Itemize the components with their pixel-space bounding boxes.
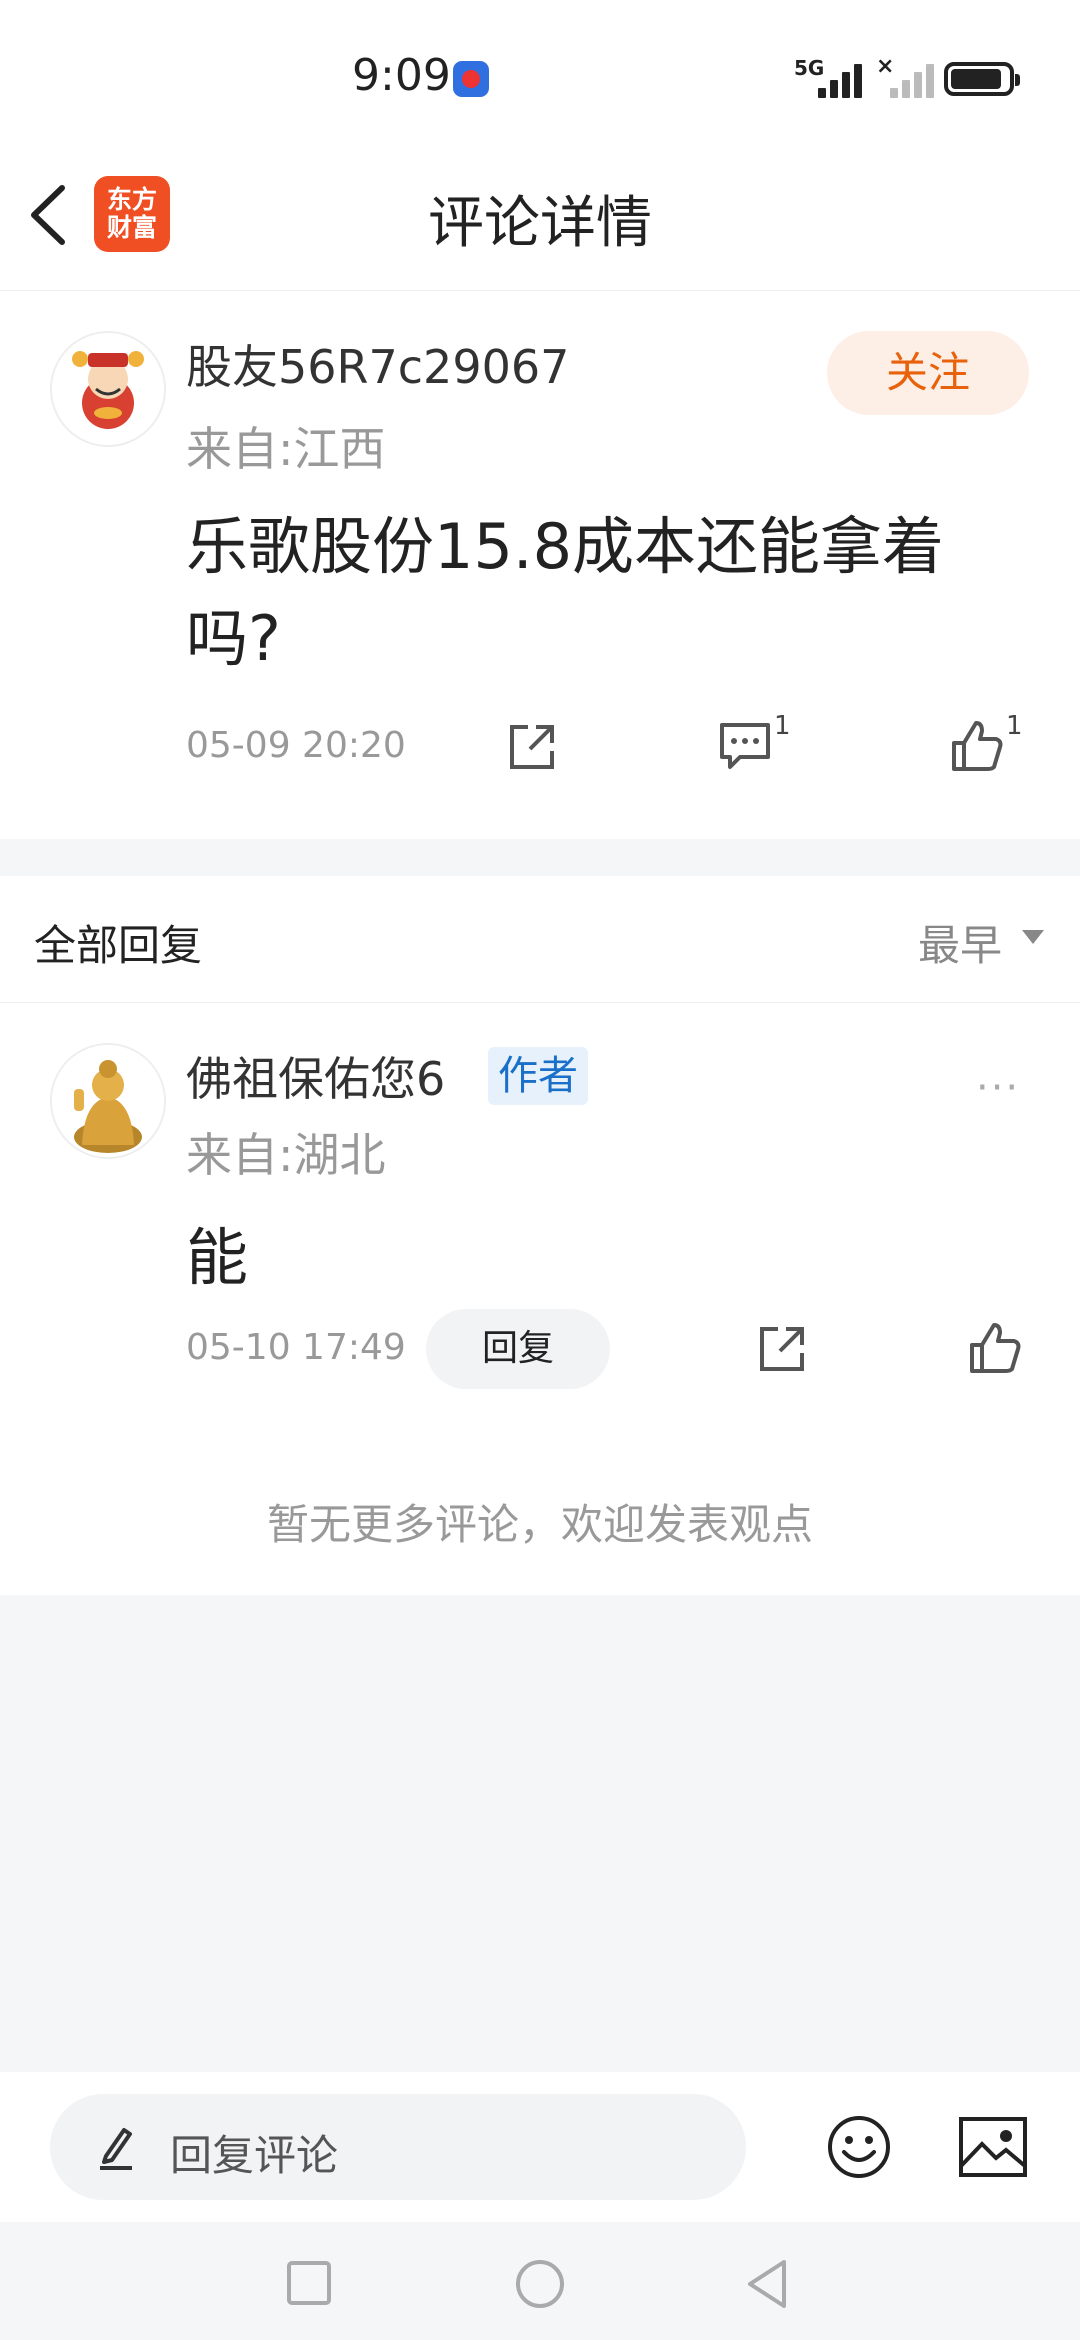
signal2-icon: [890, 60, 950, 98]
status-bar: 9:09 5G ×: [0, 0, 1080, 150]
edit-icon: [96, 2124, 136, 2174]
emoji-icon[interactable]: [826, 2114, 892, 2184]
post-content: 乐歌股份15.8成本还能拿着吗?: [186, 510, 945, 675]
avatar[interactable]: [50, 1043, 166, 1159]
list-item: 佛祖保佑您6 作者 ··· 来自:湖北 能 05-10 17:49 回复: [0, 1003, 1080, 1443]
like-count: 1: [1006, 711, 1023, 741]
avatar[interactable]: [50, 331, 166, 447]
notification-app-icon: [453, 61, 489, 97]
status-time: 9:09: [352, 50, 451, 101]
author-badge: 作者: [488, 1047, 588, 1105]
reply-input[interactable]: 回复评论: [50, 2094, 746, 2200]
post-timestamp: 05-09 20:20: [186, 725, 406, 766]
page-title: 评论详情: [428, 191, 652, 256]
like-icon[interactable]: [950, 719, 1004, 777]
signal-icon: [818, 60, 878, 98]
replies-header: 全部回复 最早: [0, 876, 1080, 1003]
system-nav-bar: [0, 2222, 1080, 2340]
recents-icon[interactable]: [286, 2260, 332, 2310]
back-nav-icon[interactable]: [744, 2258, 790, 2314]
chevron-down-icon[interactable]: [1022, 930, 1044, 944]
reply-content: 能: [186, 1221, 249, 1294]
share-icon[interactable]: [756, 1323, 808, 1379]
reply-list: 佛祖保佑您6 作者 ··· 来自:湖北 能 05-10 17:49 回复 暂无更…: [0, 1003, 1080, 1595]
image-icon[interactable]: [958, 2116, 1028, 2182]
follow-button[interactable]: 关注: [827, 331, 1029, 415]
reply-button[interactable]: 回复: [426, 1309, 610, 1389]
reply-location: 来自:湖北: [186, 1128, 386, 1182]
main-comment: 股友56R7c29067 来自:江西 关注 乐歌股份15.8成本还能拿着吗? 0…: [0, 291, 1080, 839]
like-icon[interactable]: [968, 1321, 1022, 1379]
share-icon[interactable]: [506, 721, 558, 777]
more-icon[interactable]: ···: [976, 1065, 1020, 1111]
comment-count: 1: [774, 711, 791, 741]
home-icon[interactable]: [514, 2258, 566, 2314]
post-location: 来自:江西: [186, 422, 386, 476]
sort-dropdown[interactable]: 最早: [918, 912, 1002, 973]
bottom-bar: 回复评论: [0, 2072, 1080, 2222]
no-more-comments: 暂无更多评论，欢迎发表观点: [266, 1500, 813, 1549]
reply-username[interactable]: 佛祖保佑您6: [186, 1043, 445, 1109]
battery-icon: [944, 62, 1020, 96]
top-nav-bar: 东方 财富 评论详情: [0, 150, 1080, 291]
comment-icon[interactable]: [718, 721, 772, 775]
reply-timestamp: 05-10 17:49: [186, 1327, 406, 1368]
reply-input-placeholder: 回复评论: [170, 2131, 339, 2180]
all-replies-label: 全部回复: [34, 921, 203, 970]
post-username[interactable]: 股友56R7c29067: [186, 331, 569, 397]
